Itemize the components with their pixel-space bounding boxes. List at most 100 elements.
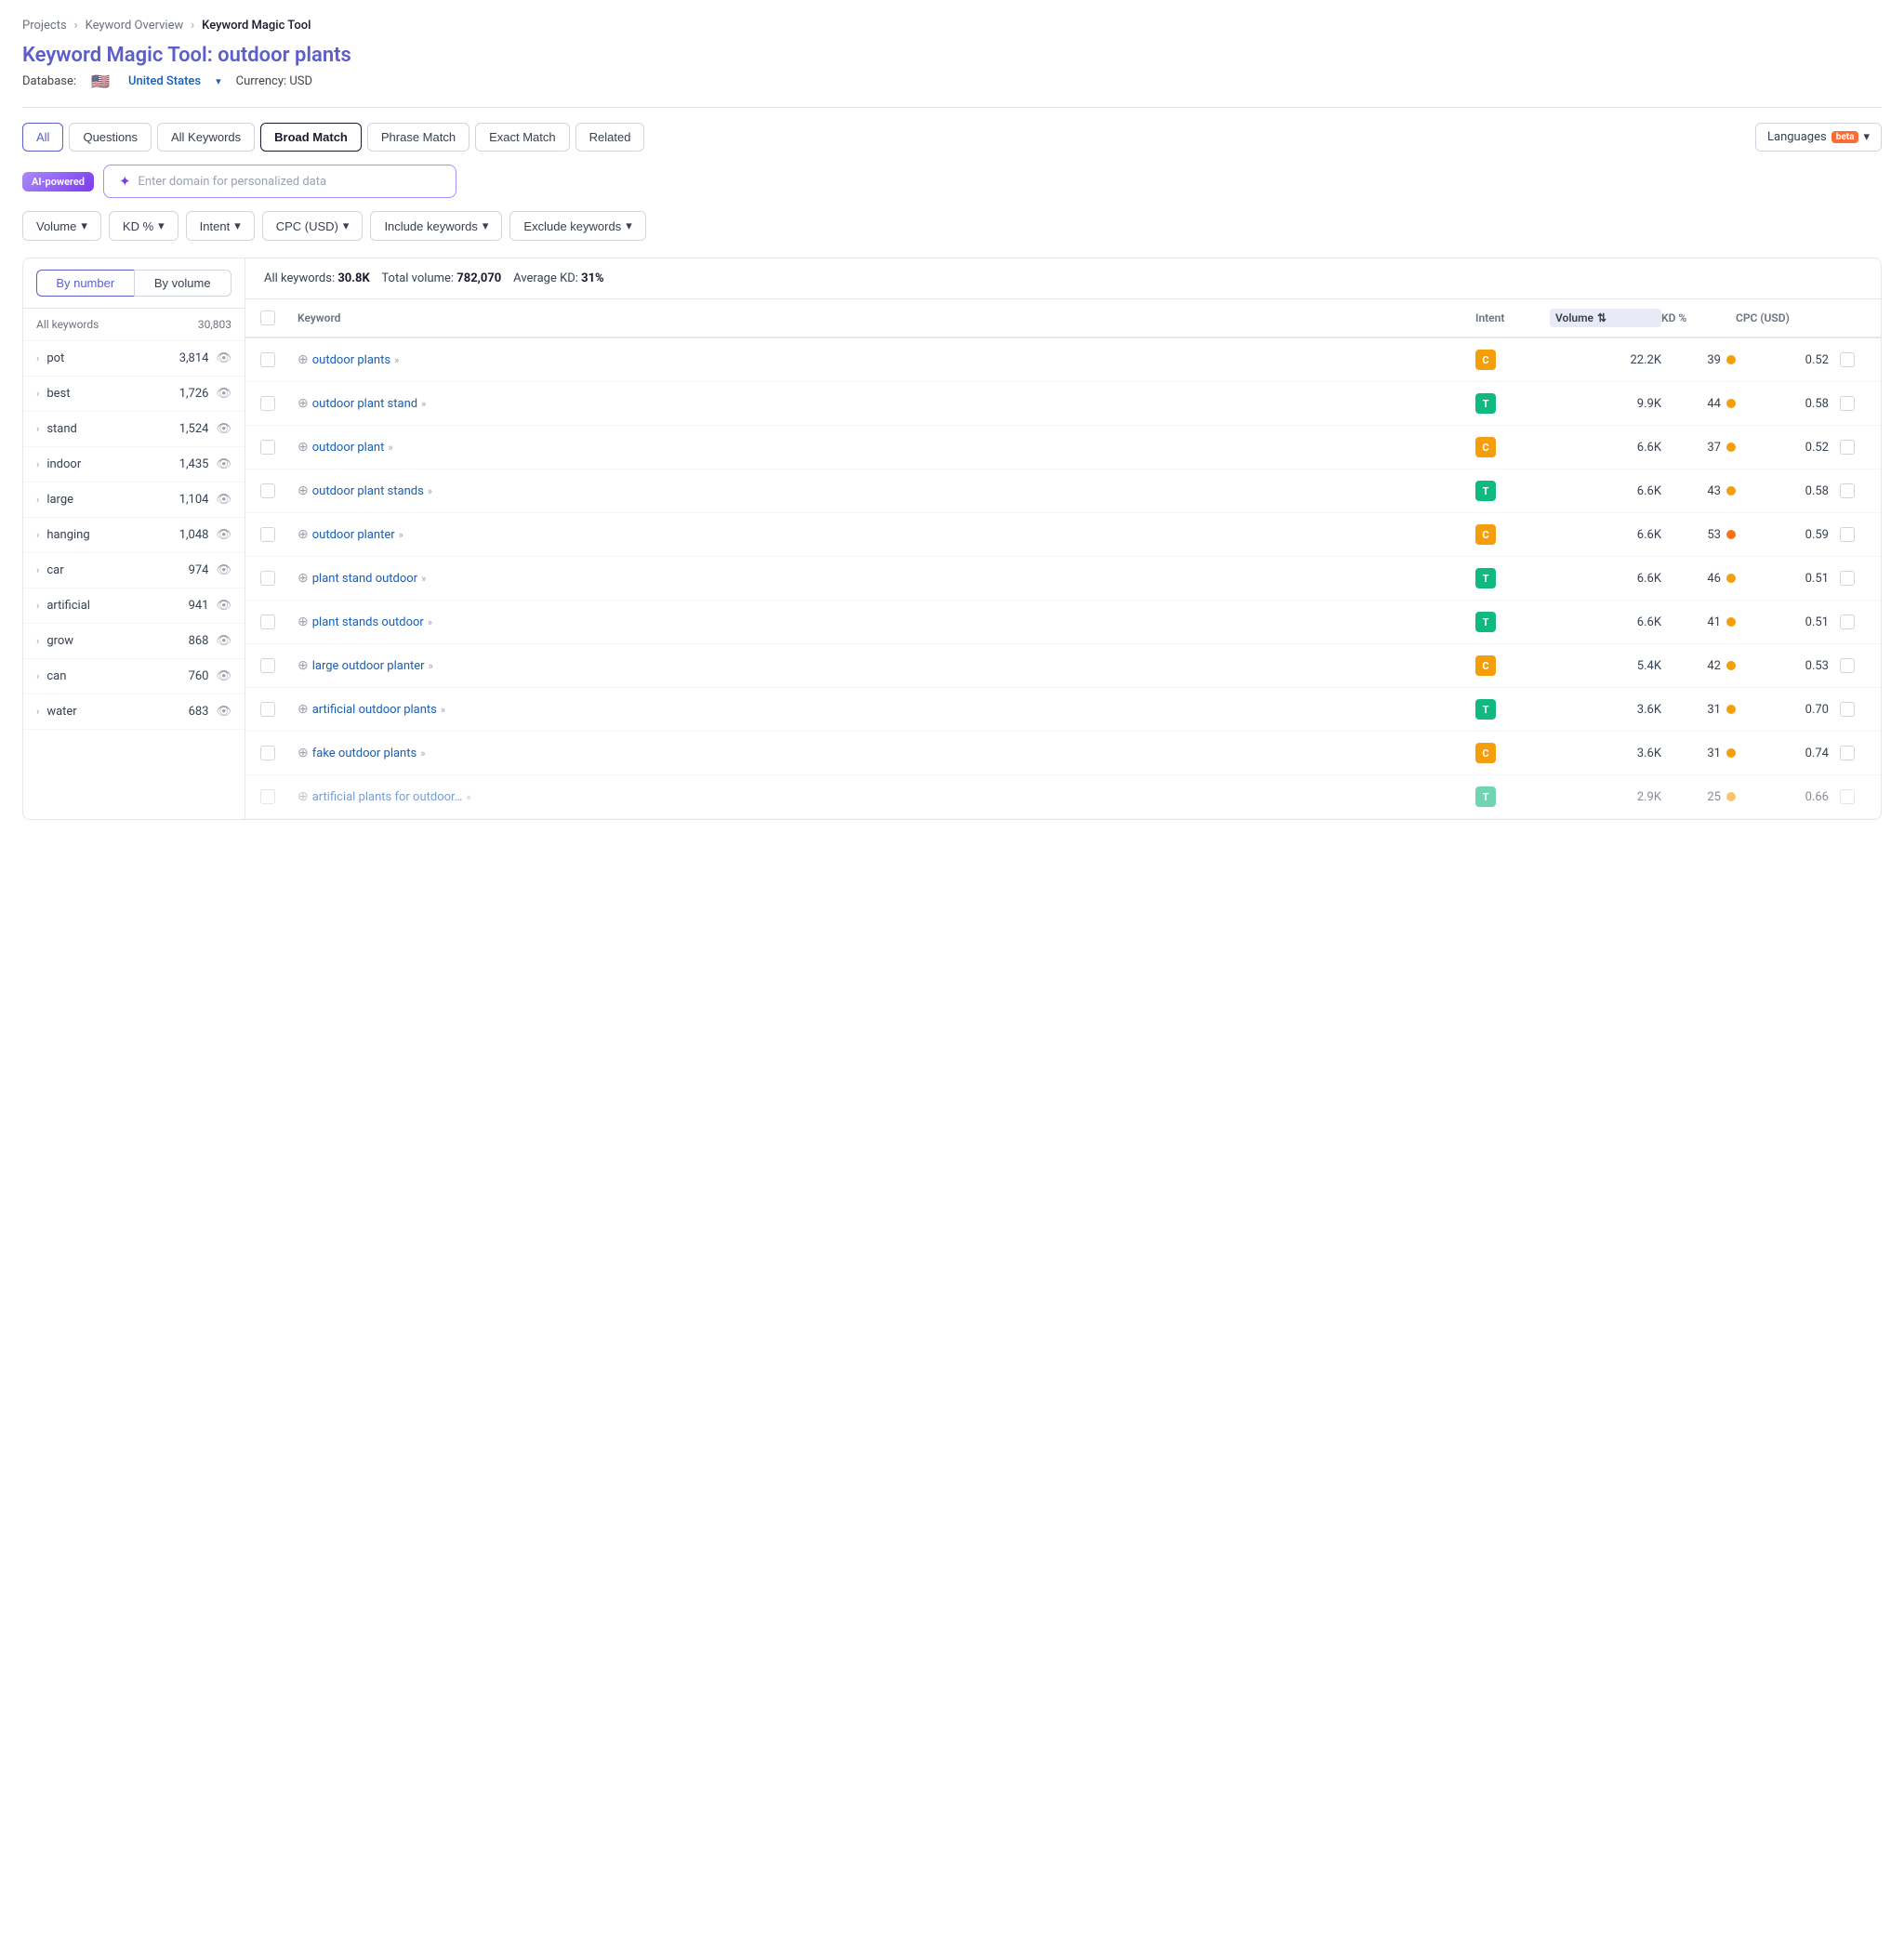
add-to-list-button[interactable] (1840, 396, 1855, 411)
keyword-link[interactable]: ⊕ outdoor plant » (298, 440, 1475, 455)
add-keyword-icon[interactable]: ⊕ (298, 571, 309, 586)
keyword-link[interactable]: ⊕ fake outdoor plants » (298, 746, 1475, 760)
languages-button[interactable]: Languages beta ▾ (1755, 123, 1882, 152)
tab-questions[interactable]: Questions (69, 123, 152, 152)
eye-icon[interactable]: 👁 (216, 457, 231, 471)
add-keyword-icon[interactable]: ⊕ (298, 746, 309, 760)
breadcrumb-projects[interactable]: Projects (22, 19, 67, 33)
sidebar-item-best[interactable]: › best 1,726 👁 (23, 377, 245, 412)
add-keyword-icon[interactable]: ⊕ (298, 352, 309, 367)
tab-related[interactable]: Related (575, 123, 645, 152)
row-checkbox[interactable] (260, 658, 275, 673)
row-checkbox[interactable] (260, 396, 275, 411)
row-checkbox-cell (260, 571, 298, 586)
keyword-link[interactable]: ⊕ artificial plants for outdoor… » (298, 789, 1475, 804)
row-checkbox[interactable] (260, 440, 275, 455)
keyword-link[interactable]: ⊕ outdoor plants » (298, 352, 1475, 367)
th-volume[interactable]: Volume ⇅ (1550, 309, 1661, 327)
sidebar-item-stand[interactable]: › stand 1,524 👁 (23, 412, 245, 447)
eye-icon[interactable]: 👁 (216, 493, 231, 507)
add-to-list-button[interactable] (1840, 615, 1855, 629)
eye-icon[interactable]: 👁 (216, 599, 231, 613)
row-checkbox[interactable] (260, 615, 275, 629)
intent-badge: C (1475, 655, 1496, 676)
keyword-link[interactable]: ⊕ large outdoor planter » (298, 658, 1475, 673)
keyword-link[interactable]: ⊕ plant stands outdoor » (298, 615, 1475, 629)
add-keyword-icon[interactable]: ⊕ (298, 789, 309, 804)
row-checkbox[interactable] (260, 702, 275, 717)
add-keyword-icon[interactable]: ⊕ (298, 483, 309, 498)
eye-icon[interactable]: 👁 (216, 563, 231, 577)
row-volume-cell: 6.6K (1550, 615, 1661, 629)
tab-all[interactable]: All (22, 123, 63, 152)
row-checkbox[interactable] (260, 746, 275, 760)
toggle-row: By number By volume (23, 258, 245, 309)
add-to-list-button[interactable] (1840, 527, 1855, 542)
row-checkbox-cell (260, 527, 298, 542)
sidebar-item-large[interactable]: › large 1,104 👁 (23, 482, 245, 518)
sidebar-item-water[interactable]: › water 683 👁 (23, 694, 245, 730)
add-to-list-button[interactable] (1840, 702, 1855, 717)
by-volume-toggle[interactable]: By volume (134, 270, 232, 297)
eye-icon[interactable]: 👁 (216, 387, 231, 401)
row-checkbox[interactable] (260, 352, 275, 367)
exclude-chevron-icon: ▾ (626, 218, 632, 233)
add-to-list-button[interactable] (1840, 483, 1855, 498)
row-checkbox[interactable] (260, 789, 275, 804)
country-selector[interactable]: United States (128, 74, 201, 88)
row-checkbox[interactable] (260, 571, 275, 586)
volume-filter[interactable]: Volume ▾ (22, 211, 101, 241)
add-to-list-button[interactable] (1840, 352, 1855, 367)
select-all-checkbox[interactable] (260, 311, 275, 325)
row-checkbox[interactable] (260, 483, 275, 498)
ai-domain-input[interactable]: ✦ Enter domain for personalized data (103, 165, 456, 198)
add-to-list-button[interactable] (1840, 658, 1855, 673)
sidebar-item-indoor[interactable]: › indoor 1,435 👁 (23, 447, 245, 482)
add-keyword-icon[interactable]: ⊕ (298, 615, 309, 629)
keyword-link[interactable]: ⊕ plant stand outdoor » (298, 571, 1475, 586)
breadcrumb-overview[interactable]: Keyword Overview (86, 19, 184, 33)
tab-broad-match[interactable]: Broad Match (260, 123, 362, 152)
keyword-arrows-icon: » (441, 704, 445, 716)
tab-phrase-match[interactable]: Phrase Match (367, 123, 469, 152)
sidebar-item-grow[interactable]: › grow 868 👁 (23, 624, 245, 659)
sidebar-item-pot[interactable]: › pot 3,814 👁 (23, 341, 245, 377)
add-to-list-button[interactable] (1840, 746, 1855, 760)
sidebar-item-hanging[interactable]: › hanging 1,048 👁 (23, 518, 245, 553)
add-to-list-button[interactable] (1840, 571, 1855, 586)
volume-chevron-icon: ▾ (81, 218, 87, 233)
sidebar-item-artificial[interactable]: › artificial 941 👁 (23, 588, 245, 624)
sidebar-item-car[interactable]: › car 974 👁 (23, 553, 245, 588)
add-keyword-icon[interactable]: ⊕ (298, 440, 309, 455)
by-number-toggle[interactable]: By number (36, 270, 134, 297)
sidebar-item-can[interactable]: › can 760 👁 (23, 659, 245, 694)
add-keyword-icon[interactable]: ⊕ (298, 527, 309, 542)
eye-icon[interactable]: 👁 (216, 528, 231, 542)
add-to-list-button[interactable] (1840, 440, 1855, 455)
eye-icon[interactable]: 👁 (216, 422, 231, 436)
eye-icon[interactable]: 👁 (216, 669, 231, 683)
keyword-link[interactable]: ⊕ outdoor planter » (298, 527, 1475, 542)
kd-filter[interactable]: KD % ▾ (109, 211, 178, 241)
keyword-link[interactable]: ⊕ outdoor plant stand » (298, 396, 1475, 411)
country-chevron-icon[interactable]: ▾ (216, 75, 221, 87)
row-checkbox[interactable] (260, 527, 275, 542)
eye-icon[interactable]: 👁 (216, 634, 231, 648)
add-keyword-icon[interactable]: ⊕ (298, 396, 309, 411)
eye-icon[interactable]: 👁 (216, 705, 231, 719)
th-kd[interactable]: KD % (1661, 309, 1736, 327)
keyword-text: outdoor plants (312, 353, 390, 367)
intent-filter[interactable]: Intent ▾ (186, 211, 255, 241)
add-keyword-icon[interactable]: ⊕ (298, 702, 309, 717)
eye-icon[interactable]: 👁 (216, 351, 231, 365)
include-keywords-filter[interactable]: Include keywords ▾ (370, 211, 502, 241)
keyword-link[interactable]: ⊕ outdoor plant stands » (298, 483, 1475, 498)
exclude-keywords-filter[interactable]: Exclude keywords ▾ (509, 211, 645, 241)
add-keyword-icon[interactable]: ⊕ (298, 658, 309, 673)
cpc-filter[interactable]: CPC (USD) ▾ (262, 211, 364, 241)
add-to-list-button[interactable] (1840, 789, 1855, 804)
tab-exact-match[interactable]: Exact Match (475, 123, 570, 152)
keyword-link[interactable]: ⊕ artificial outdoor plants » (298, 702, 1475, 717)
table-row: ⊕ artificial plants for outdoor… » T 2.9… (245, 775, 1881, 819)
tab-all-keywords[interactable]: All Keywords (157, 123, 255, 152)
